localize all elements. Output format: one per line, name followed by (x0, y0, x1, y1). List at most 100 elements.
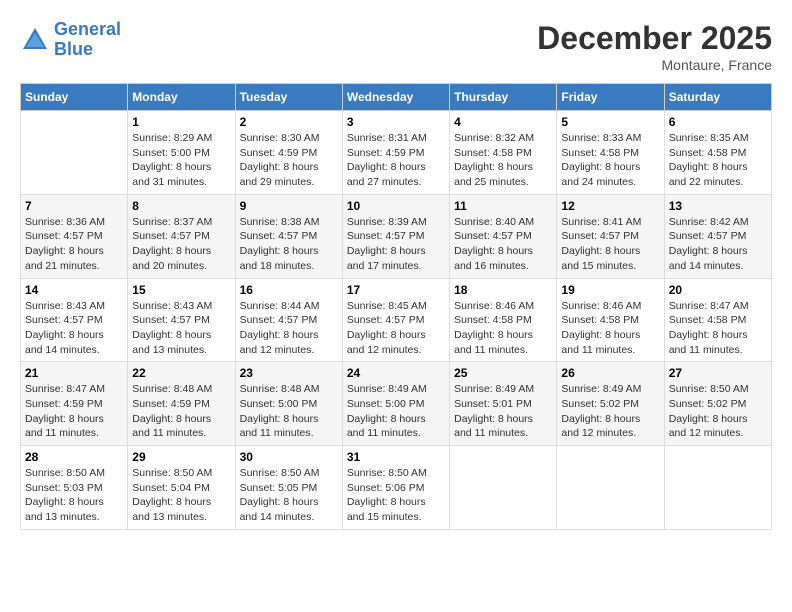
day-number: 25 (454, 366, 552, 380)
calendar-cell: 14Sunrise: 8:43 AM Sunset: 4:57 PM Dayli… (21, 278, 128, 362)
calendar-cell: 4 Sunrise: 8:32 AM Sunset: 4:58 PM Daylig… (450, 111, 557, 195)
day-number: 24 (347, 366, 445, 380)
day-number: 1 (132, 115, 230, 129)
day-number: 23 (240, 366, 338, 380)
day-number: 21 (25, 366, 123, 380)
day-number: 15 (132, 283, 230, 297)
weekday-header: Sunday (21, 84, 128, 111)
weekday-header: Thursday (450, 84, 557, 111)
calendar-week-row: 1 Sunrise: 8:29 AM Sunset: 5:00 PM Daylig… (21, 111, 772, 195)
day-info: Sunrise: 8:32 AM Sunset: 4:58 PM Dayligh… (454, 131, 552, 190)
day-info: Sunrise: 8:29 AM Sunset: 5:00 PM Dayligh… (132, 131, 230, 190)
logo-line1: General (54, 19, 121, 39)
day-info: Sunrise: 8:50 AM Sunset: 5:06 PM Dayligh… (347, 466, 445, 525)
day-number: 7 (25, 199, 123, 213)
weekday-header: Saturday (664, 84, 771, 111)
calendar-cell: 12Sunrise: 8:41 AM Sunset: 4:57 PM Dayli… (557, 194, 664, 278)
calendar-cell: 21 Sunrise: 8:47 AM Sunset: 4:59 PM Dayli… (21, 362, 128, 446)
calendar-cell: 24Sunrise: 8:49 AM Sunset: 5:00 PM Dayli… (342, 362, 449, 446)
day-info: Sunrise: 8:37 AM Sunset: 4:57 PM Dayligh… (132, 215, 230, 274)
day-info: Sunrise: 8:36 AM Sunset: 4:57 PM Dayligh… (25, 215, 123, 274)
calendar-cell: 31Sunrise: 8:50 AM Sunset: 5:06 PM Dayli… (342, 446, 449, 530)
day-number: 11 (454, 199, 552, 213)
weekday-header: Tuesday (235, 84, 342, 111)
day-number: 6 (669, 115, 767, 129)
calendar-cell: 10 Sunrise: 8:39 AM Sunset: 4:57 PM Dayli… (342, 194, 449, 278)
day-number: 27 (669, 366, 767, 380)
day-number: 9 (240, 199, 338, 213)
month-title: December 2025 (537, 20, 772, 57)
day-number: 18 (454, 283, 552, 297)
day-info: Sunrise: 8:50 AM Sunset: 5:02 PM Dayligh… (669, 382, 767, 441)
day-info: Sunrise: 8:50 AM Sunset: 5:03 PM Dayligh… (25, 466, 123, 525)
day-number: 17 (347, 283, 445, 297)
calendar-cell: 19Sunrise: 8:46 AM Sunset: 4:58 PM Dayli… (557, 278, 664, 362)
day-info: Sunrise: 8:40 AM Sunset: 4:57 PM Dayligh… (454, 215, 552, 274)
day-number: 28 (25, 450, 123, 464)
calendar-cell: 3 Sunrise: 8:31 AM Sunset: 4:59 PM Daylig… (342, 111, 449, 195)
day-info: Sunrise: 8:44 AM Sunset: 4:57 PM Dayligh… (240, 299, 338, 358)
day-number: 13 (669, 199, 767, 213)
day-info: Sunrise: 8:48 AM Sunset: 4:59 PM Dayligh… (132, 382, 230, 441)
calendar-cell: 26 Sunrise: 8:49 AM Sunset: 5:02 PM Dayli… (557, 362, 664, 446)
calendar-cell: 27 Sunrise: 8:50 AM Sunset: 5:02 PM Dayli… (664, 362, 771, 446)
day-info: Sunrise: 8:48 AM Sunset: 5:00 PM Dayligh… (240, 382, 338, 441)
day-info: Sunrise: 8:39 AM Sunset: 4:57 PM Dayligh… (347, 215, 445, 274)
calendar: SundayMondayTuesdayWednesdayThursdayFrid… (20, 83, 772, 530)
day-number: 29 (132, 450, 230, 464)
day-number: 26 (561, 366, 659, 380)
day-number: 22 (132, 366, 230, 380)
weekday-header: Monday (128, 84, 235, 111)
day-number: 4 (454, 115, 552, 129)
day-number: 30 (240, 450, 338, 464)
day-number: 8 (132, 199, 230, 213)
page-header: General Blue December 2025 Montaure, Fra… (20, 20, 772, 73)
calendar-cell (557, 446, 664, 530)
calendar-header-row: SundayMondayTuesdayWednesdayThursdayFrid… (21, 84, 772, 111)
location: Montaure, France (537, 57, 772, 73)
logo-line2: Blue (54, 39, 93, 59)
day-number: 2 (240, 115, 338, 129)
logo-icon (20, 25, 50, 55)
calendar-cell: 15 Sunrise: 8:43 AM Sunset: 4:57 PM Dayli… (128, 278, 235, 362)
calendar-cell: 18 Sunrise: 8:46 AM Sunset: 4:58 PM Dayli… (450, 278, 557, 362)
calendar-week-row: 28 Sunrise: 8:50 AM Sunset: 5:03 PM Dayli… (21, 446, 772, 530)
calendar-cell (664, 446, 771, 530)
calendar-week-row: 7 Sunrise: 8:36 AM Sunset: 4:57 PM Daylig… (21, 194, 772, 278)
calendar-cell: 23 Sunrise: 8:48 AM Sunset: 5:00 PM Dayli… (235, 362, 342, 446)
day-info: Sunrise: 8:50 AM Sunset: 5:04 PM Dayligh… (132, 466, 230, 525)
calendar-cell: 29 Sunrise: 8:50 AM Sunset: 5:04 PM Dayli… (128, 446, 235, 530)
calendar-week-row: 21 Sunrise: 8:47 AM Sunset: 4:59 PM Dayli… (21, 362, 772, 446)
day-info: Sunrise: 8:47 AM Sunset: 4:59 PM Dayligh… (25, 382, 123, 441)
calendar-cell: 22 Sunrise: 8:48 AM Sunset: 4:59 PM Dayli… (128, 362, 235, 446)
day-number: 10 (347, 199, 445, 213)
logo: General Blue (20, 20, 121, 60)
day-info: Sunrise: 8:49 AM Sunset: 5:02 PM Dayligh… (561, 382, 659, 441)
day-info: Sunrise: 8:49 AM Sunset: 5:01 PM Dayligh… (454, 382, 552, 441)
day-info: Sunrise: 8:46 AM Sunset: 4:58 PM Dayligh… (454, 299, 552, 358)
day-number: 16 (240, 283, 338, 297)
day-info: Sunrise: 8:30 AM Sunset: 4:59 PM Dayligh… (240, 131, 338, 190)
day-info: Sunrise: 8:31 AM Sunset: 4:59 PM Dayligh… (347, 131, 445, 190)
calendar-cell: 16 Sunrise: 8:44 AM Sunset: 4:57 PM Dayli… (235, 278, 342, 362)
calendar-cell: 25 Sunrise: 8:49 AM Sunset: 5:01 PM Dayli… (450, 362, 557, 446)
day-number: 3 (347, 115, 445, 129)
calendar-cell: 9 Sunrise: 8:38 AM Sunset: 4:57 PM Daylig… (235, 194, 342, 278)
title-block: December 2025 Montaure, France (537, 20, 772, 73)
day-info: Sunrise: 8:50 AM Sunset: 5:05 PM Dayligh… (240, 466, 338, 525)
day-info: Sunrise: 8:43 AM Sunset: 4:57 PM Dayligh… (132, 299, 230, 358)
calendar-cell: 11 Sunrise: 8:40 AM Sunset: 4:57 PM Dayli… (450, 194, 557, 278)
day-info: Sunrise: 8:43 AM Sunset: 4:57 PM Dayligh… (25, 299, 123, 358)
calendar-cell: 8 Sunrise: 8:37 AM Sunset: 4:57 PM Daylig… (128, 194, 235, 278)
calendar-cell: 28 Sunrise: 8:50 AM Sunset: 5:03 PM Dayli… (21, 446, 128, 530)
calendar-cell (21, 111, 128, 195)
day-number: 5 (561, 115, 659, 129)
day-info: Sunrise: 8:41 AM Sunset: 4:57 PM Dayligh… (561, 215, 659, 274)
day-info: Sunrise: 8:47 AM Sunset: 4:58 PM Dayligh… (669, 299, 767, 358)
day-number: 20 (669, 283, 767, 297)
calendar-cell: 1 Sunrise: 8:29 AM Sunset: 5:00 PM Daylig… (128, 111, 235, 195)
day-info: Sunrise: 8:46 AM Sunset: 4:58 PM Dayligh… (561, 299, 659, 358)
day-info: Sunrise: 8:38 AM Sunset: 4:57 PM Dayligh… (240, 215, 338, 274)
weekday-header: Wednesday (342, 84, 449, 111)
day-info: Sunrise: 8:45 AM Sunset: 4:57 PM Dayligh… (347, 299, 445, 358)
